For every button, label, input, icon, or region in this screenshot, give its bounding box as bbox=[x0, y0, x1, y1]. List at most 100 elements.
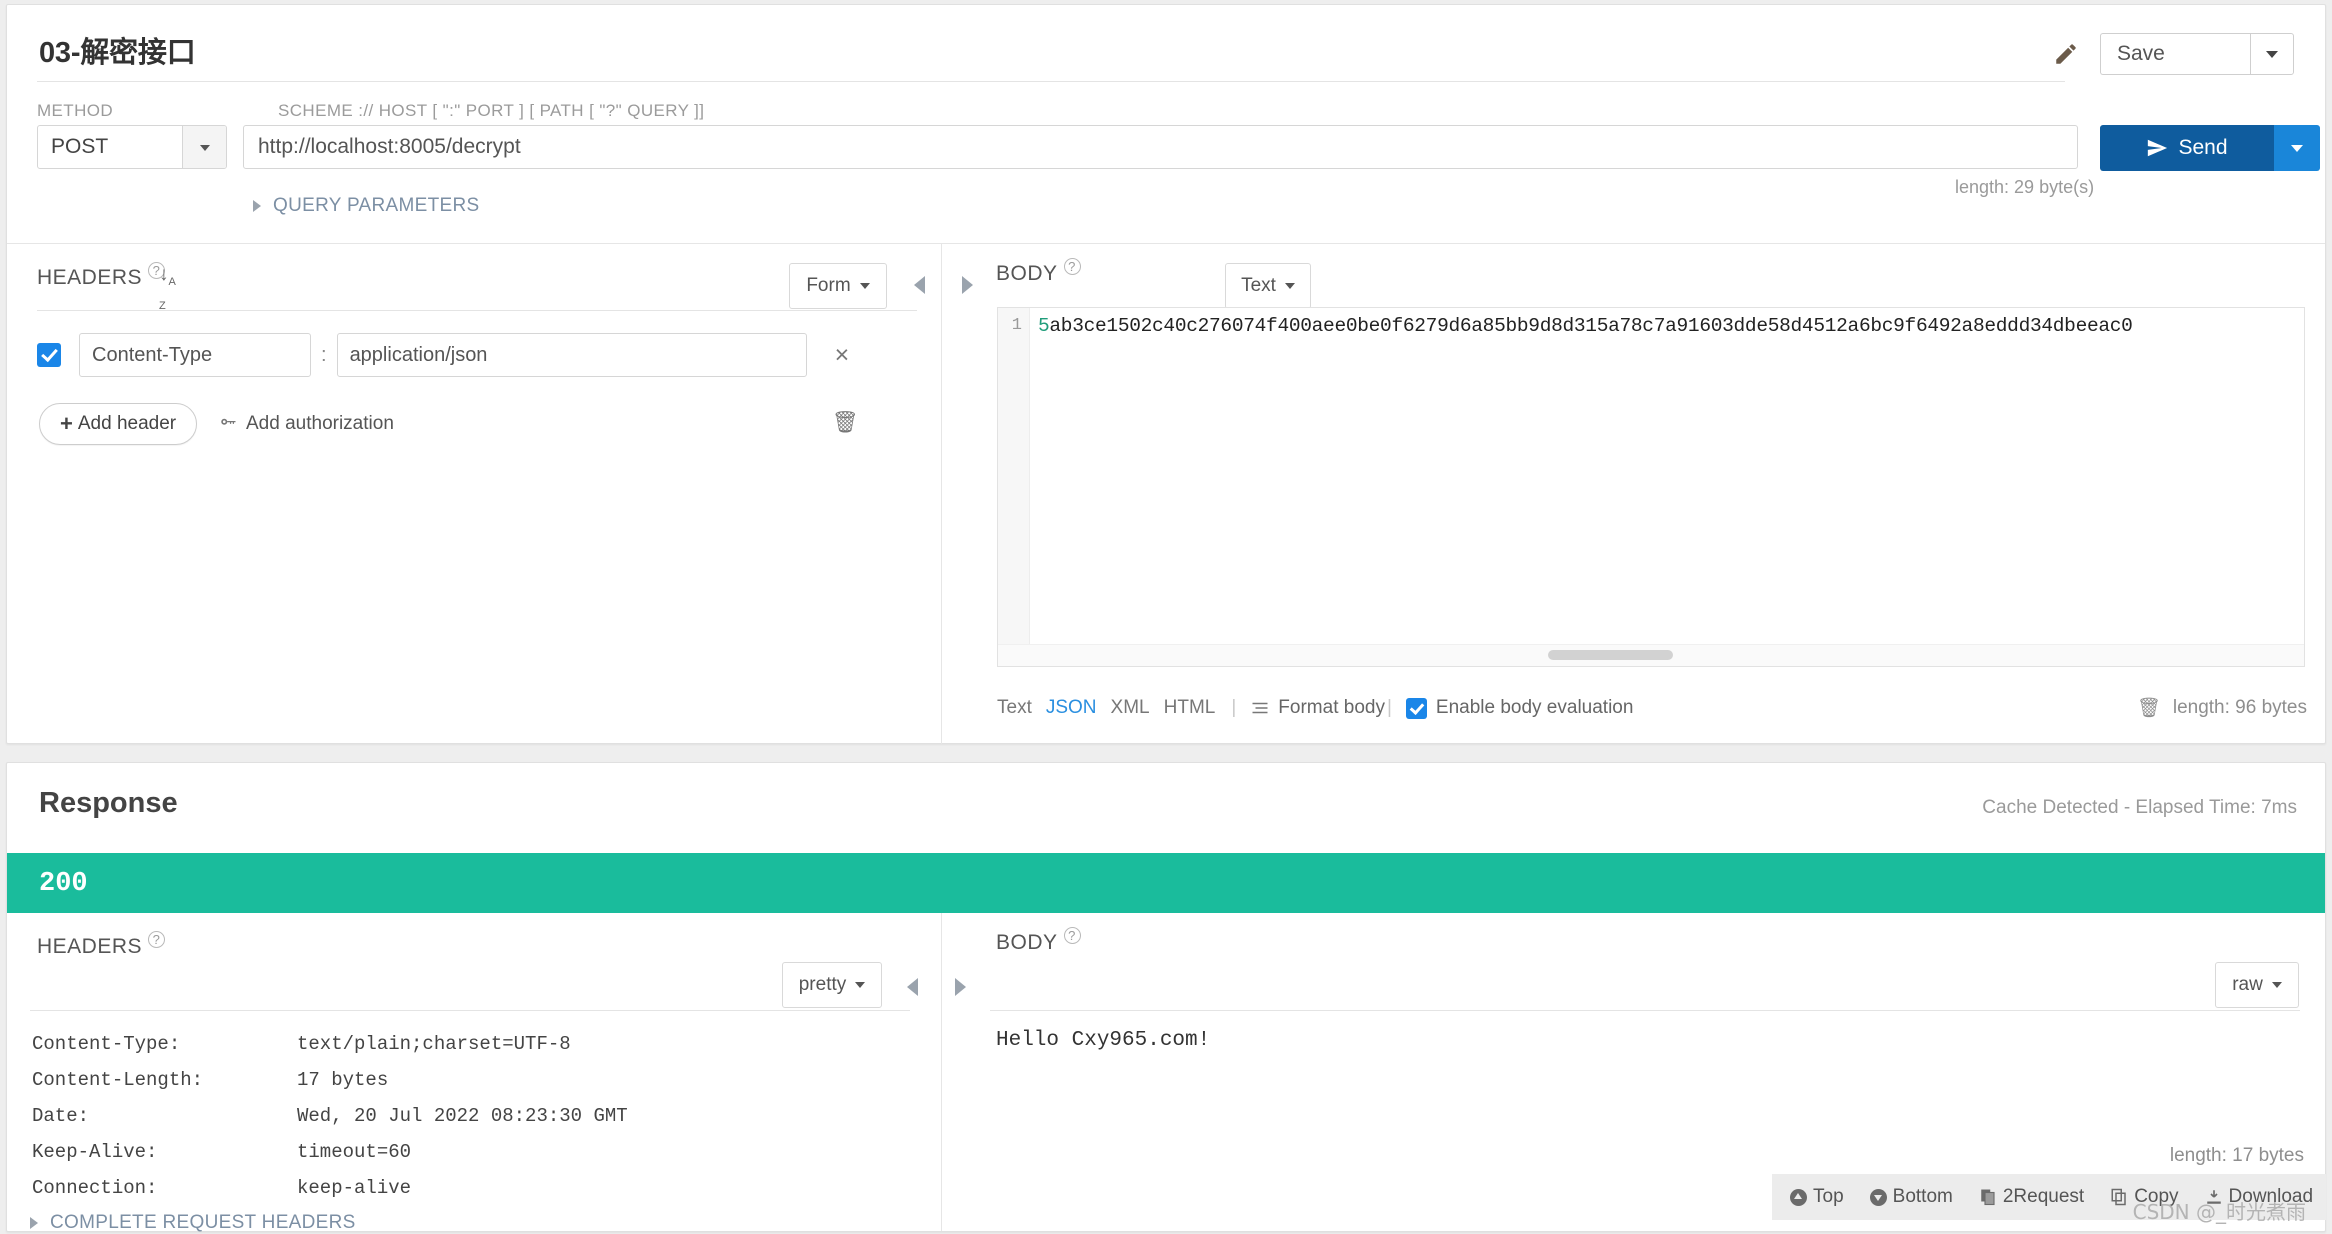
status-bar: 200 bbox=[7, 853, 2325, 913]
response-header-key: Content-Length: bbox=[32, 1069, 204, 1091]
header-colon: : bbox=[321, 343, 327, 366]
request-body-editor[interactable]: 1 5ab3ce1502c40c276074f400aee0be0f6279d6… bbox=[997, 307, 2305, 667]
header-key-input[interactable] bbox=[79, 333, 311, 377]
trash-icon[interactable]: 🗑 bbox=[832, 411, 859, 435]
to-request-button[interactable]: 2Request bbox=[1979, 1186, 2084, 1208]
response-body-title-group: BODY ? bbox=[996, 927, 1081, 955]
response-header-key: Keep-Alive: bbox=[32, 1141, 158, 1163]
response-headers-title: HEADERS bbox=[37, 935, 143, 958]
response-header-value: timeout=60 bbox=[297, 1141, 412, 1163]
send-button[interactable]: Send bbox=[2100, 125, 2274, 171]
request-body-content: 5ab3ce1502c40c276074f400aee0be0f6279d6a8… bbox=[1038, 315, 2133, 337]
key-icon bbox=[221, 418, 236, 425]
save-button-group: Save bbox=[2100, 33, 2294, 75]
enable-body-evaluation-checkbox[interactable] bbox=[1405, 697, 1427, 719]
response-header-value: 17 bytes bbox=[297, 1069, 389, 1091]
plus-icon: + bbox=[60, 411, 73, 436]
add-header-label: Add header bbox=[77, 413, 177, 434]
scroll-top-label: Top bbox=[1813, 1186, 1844, 1207]
response-headers-view-select[interactable]: pretty bbox=[782, 962, 882, 1008]
response-body-divider bbox=[990, 1010, 2300, 1011]
copy-to-request-icon bbox=[1981, 1189, 1995, 1206]
method-label: METHOD bbox=[37, 101, 114, 120]
response-body-title: BODY bbox=[996, 931, 1058, 954]
collapse-left-icon[interactable] bbox=[907, 978, 918, 996]
format-body-button[interactable]: Format body bbox=[1250, 697, 1385, 719]
save-button[interactable]: Save bbox=[2100, 33, 2250, 75]
complete-request-headers-label: COMPLETE REQUEST HEADERS bbox=[50, 1212, 356, 1233]
scrollbar-thumb[interactable] bbox=[1548, 650, 1673, 660]
chevron-down-icon bbox=[2271, 982, 2282, 988]
url-length-label: length: 29 byte(s) bbox=[1955, 177, 2095, 197]
editor-gutter: 1 bbox=[998, 308, 1030, 666]
collapse-left-icon[interactable] bbox=[914, 276, 925, 294]
request-headers-view-select[interactable]: Form bbox=[789, 263, 887, 309]
scroll-top-button[interactable]: Top bbox=[1790, 1186, 1844, 1208]
send-button-group: Send bbox=[2100, 125, 2320, 171]
method-select[interactable]: POST bbox=[37, 125, 227, 169]
remove-header-icon[interactable]: × bbox=[835, 342, 850, 368]
header-value-input[interactable] bbox=[336, 333, 807, 377]
response-headers-view-value: pretty bbox=[798, 974, 847, 995]
add-authorization-button[interactable]: Add authorization bbox=[219, 413, 394, 435]
chevron-right-icon bbox=[253, 200, 261, 212]
chevron-right-icon bbox=[30, 1217, 38, 1229]
request-body-view-select[interactable]: Text bbox=[1225, 263, 1311, 309]
request-headers-divider bbox=[37, 310, 917, 311]
scroll-bottom-label: Bottom bbox=[1892, 1186, 1953, 1207]
response-header-key: Connection: bbox=[32, 1177, 158, 1199]
method-dropdown-button[interactable] bbox=[182, 126, 226, 168]
copy-icon bbox=[2111, 1188, 2126, 1206]
query-parameters-toggle[interactable]: QUERY PARAMETERS bbox=[253, 195, 479, 217]
api-client-window: 03-解密接口 Save METHOD SCHEME :// HOST [ ":… bbox=[0, 0, 2332, 1234]
response-header-key: Date: bbox=[32, 1105, 90, 1127]
query-parameters-label: QUERY PARAMETERS bbox=[273, 195, 480, 216]
sort-az-icon[interactable]: ↓A Z bbox=[159, 264, 176, 312]
header-enabled-checkbox[interactable] bbox=[37, 343, 61, 367]
format-text-link[interactable]: Text bbox=[997, 697, 1032, 719]
response-header-value: Wed, 20 Jul 2022 08:23:30 GMT bbox=[297, 1105, 628, 1127]
chevron-down-icon bbox=[199, 145, 210, 151]
header-row: : × bbox=[37, 333, 849, 377]
response-body-content: Hello Cxy965.com! bbox=[996, 1029, 1211, 1052]
enable-body-evaluation-toggle[interactable]: Enable body evaluation bbox=[1405, 697, 1633, 719]
pencil-icon[interactable] bbox=[2053, 41, 2079, 67]
add-header-button[interactable]: + Add header bbox=[39, 403, 198, 445]
chevron-down-icon bbox=[2291, 145, 2303, 152]
chevron-down-icon bbox=[855, 982, 866, 988]
clear-body-trash-icon[interactable]: 🗑 bbox=[2137, 696, 2161, 720]
request-title-row: 03-解密接口 Save bbox=[7, 5, 2325, 82]
request-panel: 03-解密接口 Save METHOD SCHEME :// HOST [ ":… bbox=[6, 4, 2326, 744]
complete-request-headers-toggle[interactable]: COMPLETE REQUEST HEADERS bbox=[30, 1212, 356, 1234]
paper-plane-icon bbox=[2148, 139, 2168, 157]
chevron-down-icon bbox=[2266, 51, 2278, 58]
table-row: Connection: keep-alive bbox=[32, 1177, 628, 1213]
editor-horizontal-scrollbar[interactable] bbox=[998, 644, 2304, 666]
format-html-link[interactable]: HTML bbox=[1164, 697, 1216, 719]
format-json-link[interactable]: JSON bbox=[1046, 697, 1097, 719]
method-value: POST bbox=[51, 135, 109, 158]
arrow-up-circle-icon bbox=[1790, 1188, 1807, 1206]
table-row: Content-Length: 17 bytes bbox=[32, 1069, 628, 1105]
save-dropdown-button[interactable] bbox=[2250, 33, 2294, 75]
format-body-label: Format body bbox=[1278, 697, 1385, 718]
send-button-label: Send bbox=[2178, 136, 2228, 159]
format-xml-link[interactable]: XML bbox=[1111, 697, 1150, 719]
request-headers-view-value: Form bbox=[806, 275, 851, 296]
url-format-label: SCHEME :// HOST [ ":" PORT ] [ PATH [ "?… bbox=[278, 101, 705, 120]
status-code: 200 bbox=[39, 869, 88, 899]
help-icon[interactable]: ? bbox=[1063, 927, 1081, 944]
response-body-length-label: length: 17 bytes bbox=[2169, 1145, 2304, 1166]
send-dropdown-button[interactable] bbox=[2274, 125, 2320, 171]
title-divider bbox=[37, 81, 2065, 82]
chevron-down-icon bbox=[1284, 283, 1295, 289]
collapse-right-icon[interactable] bbox=[955, 978, 966, 996]
request-body-rest: ab3ce1502c40c276074f400aee0be0f6279d6a85… bbox=[1049, 315, 2133, 337]
response-header-value: keep-alive bbox=[297, 1177, 412, 1199]
help-icon[interactable]: ? bbox=[1063, 258, 1081, 275]
scroll-bottom-button[interactable]: Bottom bbox=[1869, 1186, 1953, 1208]
help-icon[interactable]: ? bbox=[148, 931, 166, 948]
url-input[interactable] bbox=[243, 125, 2078, 169]
response-body-view-select[interactable]: raw bbox=[2215, 962, 2299, 1008]
table-row: Keep-Alive: timeout=60 bbox=[32, 1141, 628, 1177]
